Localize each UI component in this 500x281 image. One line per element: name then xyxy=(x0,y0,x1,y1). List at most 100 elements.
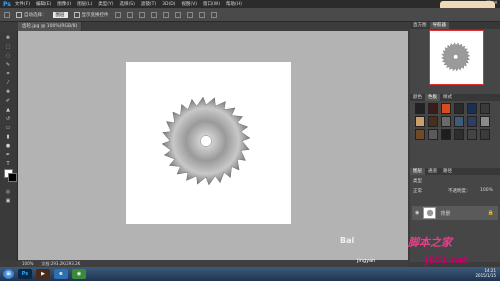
style-swatch[interactable] xyxy=(454,103,464,114)
document-size[interactable]: 文档:293.2K/293.2K xyxy=(41,261,80,267)
blur-tool-icon[interactable]: ● xyxy=(4,143,12,150)
menu-view[interactable]: 视图(V) xyxy=(181,1,197,7)
style-swatch[interactable] xyxy=(441,129,451,140)
style-swatch[interactable] xyxy=(467,129,477,140)
jb51-watermark: 脚本之家 xyxy=(408,236,452,249)
navigator-preview-image xyxy=(441,42,471,72)
clone-stamp-tool-icon[interactable]: ▲ xyxy=(4,107,12,114)
distribute-2-icon[interactable] xyxy=(198,11,205,18)
align-left-icon[interactable] xyxy=(150,11,157,18)
style-swatch[interactable] xyxy=(480,103,490,114)
style-swatch[interactable] xyxy=(480,129,490,140)
tab-color[interactable]: 颜色 xyxy=(410,94,425,101)
style-swatch[interactable] xyxy=(454,129,464,140)
navigator-thumbnail[interactable] xyxy=(429,30,484,85)
tab-histogram[interactable]: 直方图 xyxy=(410,22,430,29)
app-taskbar-icon[interactable]: ◉ xyxy=(72,269,86,279)
tab-channels[interactable]: 通道 xyxy=(425,168,440,175)
style-swatch[interactable] xyxy=(428,103,438,114)
menu-select[interactable]: 选择(S) xyxy=(119,1,134,7)
menu-image[interactable]: 图像(I) xyxy=(57,1,71,7)
document-tab[interactable]: 齿轮.jpg @ 100%(RGB/8) xyxy=(18,22,83,31)
auto-select-dropdown[interactable]: 图层 xyxy=(52,11,68,18)
brush-tool-icon[interactable]: ✐ xyxy=(4,98,12,105)
tab-styles[interactable]: 样式 xyxy=(440,94,455,101)
show-transform-option[interactable]: 显示变换控件 xyxy=(73,11,109,18)
style-swatch[interactable] xyxy=(428,129,438,140)
style-swatch[interactable] xyxy=(428,116,438,127)
menu-window[interactable]: 窗口(W) xyxy=(203,1,220,7)
menu-layer[interactable]: 图层(L) xyxy=(77,1,92,7)
auto-select-option[interactable]: 自动选择： xyxy=(16,11,47,18)
history-brush-tool-icon[interactable]: ↺ xyxy=(4,116,12,123)
style-swatch[interactable] xyxy=(480,116,490,127)
layer-row[interactable]: ◉ 背景 🔒 xyxy=(412,206,498,220)
style-swatch[interactable] xyxy=(415,129,425,140)
pen-tool-icon[interactable]: ✒ xyxy=(4,152,12,159)
layer-name[interactable]: 背景 xyxy=(440,210,450,217)
style-swatch[interactable] xyxy=(415,116,425,127)
style-swatch[interactable] xyxy=(441,116,451,127)
lasso-tool-icon[interactable]: ◌ xyxy=(4,53,12,60)
photoshop-taskbar-icon[interactable]: Ps xyxy=(18,269,32,279)
style-swatch[interactable] xyxy=(467,103,477,114)
menu-3d[interactable]: 3D(D) xyxy=(162,2,175,7)
style-swatch[interactable] xyxy=(441,103,451,114)
quick-mask-icon[interactable]: ◎ xyxy=(4,189,12,196)
show-transform-checkbox[interactable] xyxy=(73,11,80,18)
align-top-icon[interactable] xyxy=(114,11,121,18)
system-clock[interactable]: 14:21 2015/1/15 xyxy=(475,268,496,278)
move-tool-icon[interactable] xyxy=(4,11,10,18)
options-bar: 自动选择： 图层 显示变换控件 xyxy=(0,8,500,22)
jingyan-watermark: jingyan xyxy=(357,258,376,264)
background-color-swatch[interactable] xyxy=(8,173,17,182)
eye-icon[interactable]: ◉ xyxy=(415,210,419,216)
quick-select-tool-icon[interactable]: ✎ xyxy=(4,62,12,69)
align-bottom-icon[interactable] xyxy=(138,11,145,18)
tab-swatches[interactable]: 色板 xyxy=(425,94,440,101)
tab-paths[interactable]: 路径 xyxy=(440,168,455,175)
healing-tool-icon[interactable]: ✚ xyxy=(4,89,12,96)
baidu-watermark: Bai xyxy=(340,236,355,245)
align-right-icon[interactable] xyxy=(174,11,181,18)
menu-file[interactable]: 文件(F) xyxy=(15,1,30,7)
opacity-value[interactable]: 100% xyxy=(480,188,493,193)
auto-select-checkbox[interactable] xyxy=(16,11,22,18)
layers-panel-tabs: 图层 通道 路径 xyxy=(410,168,500,175)
document-canvas[interactable] xyxy=(126,62,291,224)
style-swatch[interactable] xyxy=(415,103,425,114)
screen-mode-icon[interactable]: ▣ xyxy=(4,198,12,205)
tab-layers[interactable]: 图层 xyxy=(410,168,425,175)
start-button-icon[interactable]: ⊞ xyxy=(3,269,14,279)
align-center-icon[interactable] xyxy=(162,11,169,18)
type-tool-icon[interactable]: T xyxy=(4,161,12,168)
zoom-level[interactable]: 100% xyxy=(22,261,33,266)
style-swatch[interactable] xyxy=(467,116,477,127)
blend-mode-dropdown[interactable]: 正常 xyxy=(413,188,422,194)
tab-navigator[interactable]: 导航器 xyxy=(429,22,449,29)
menu-type[interactable]: 类型(Y) xyxy=(98,1,113,7)
eyedropper-tool-icon[interactable]: ⁄ xyxy=(4,80,12,87)
style-swatch[interactable] xyxy=(454,116,464,127)
align-middle-icon[interactable] xyxy=(126,11,133,18)
menu-help[interactable]: 帮助(H) xyxy=(226,1,242,7)
3d-mode-icon[interactable] xyxy=(210,11,217,18)
swatches-panel-tabs: 颜色 色板 样式 xyxy=(410,94,500,101)
menu-filter[interactable]: 滤镜(T) xyxy=(141,1,156,7)
navigator-panel-tabs: 直方图 导航器 xyxy=(410,22,500,29)
marquee-tool-icon[interactable]: ⬚ xyxy=(4,44,12,51)
browser-taskbar-icon[interactable]: e xyxy=(54,269,68,279)
eraser-tool-icon[interactable]: ▭ xyxy=(4,125,12,132)
move-tool-icon[interactable]: ✥ xyxy=(4,35,12,42)
layer-kind-filter[interactable]: 类型 xyxy=(413,178,422,184)
gradient-tool-icon[interactable]: ▮ xyxy=(4,134,12,141)
menu-edit[interactable]: 编辑(E) xyxy=(36,1,51,7)
opacity-label: 不透明度： xyxy=(448,189,471,194)
style-swatches xyxy=(415,103,497,159)
saw-blade-image xyxy=(161,96,251,186)
media-taskbar-icon[interactable]: ▶ xyxy=(36,269,50,279)
crop-tool-icon[interactable]: ⌗ xyxy=(4,71,12,78)
tools-panel: ✥ ⬚ ◌ ✎ ⌗ ⁄ ✚ ✐ ▲ ↺ ▭ ▮ ● ✒ T ◎ ▣ xyxy=(0,31,18,261)
layer-thumbnail xyxy=(423,207,437,219)
distribute-icon[interactable] xyxy=(186,11,193,18)
